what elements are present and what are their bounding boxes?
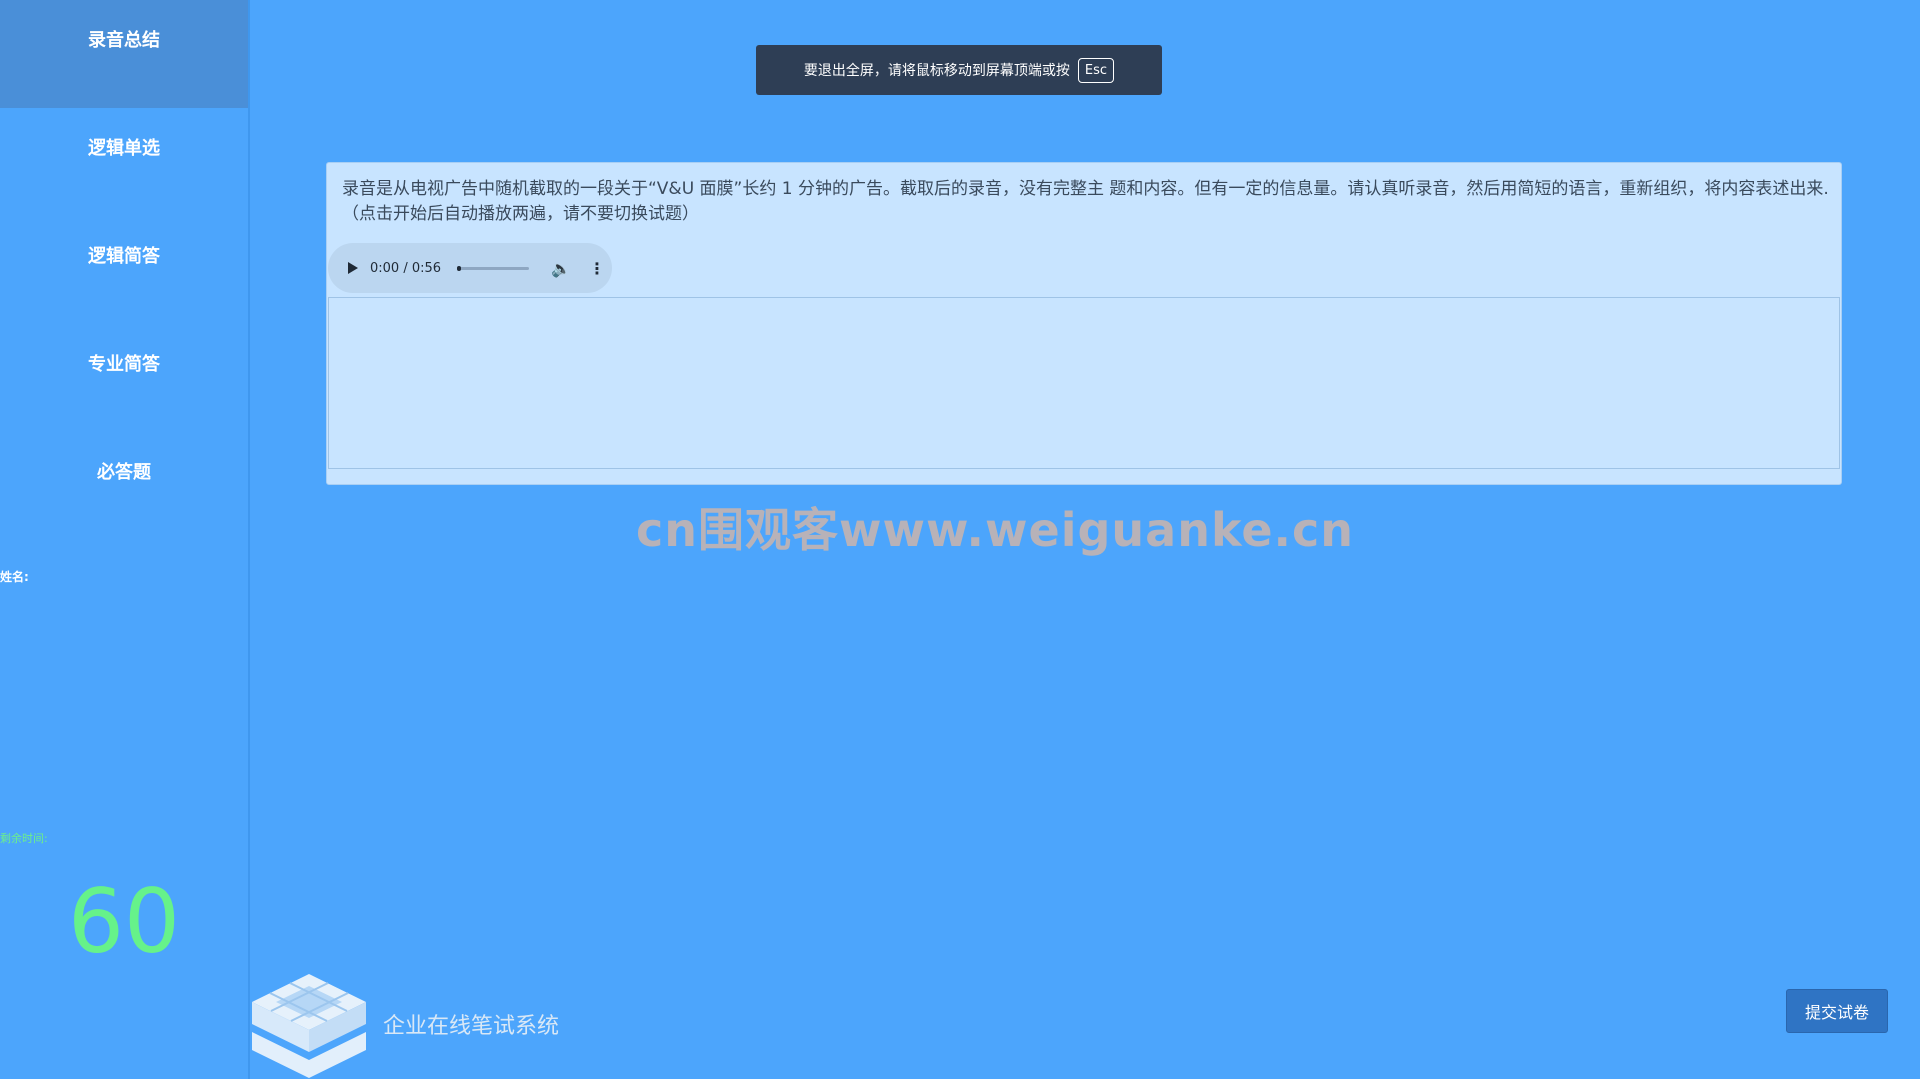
fullscreen-hint-text: 要退出全屏，请将鼠标移动到屏幕顶端或按 (803, 63, 1070, 79)
system-logo-icon (252, 974, 366, 1078)
remaining-time-label: 剩余时间: (0, 832, 48, 845)
fullscreen-exit-hint: 要退出全屏，请将鼠标移动到屏幕顶端或按 Esc (756, 45, 1162, 95)
volume-icon[interactable]: 🔈 (551, 259, 571, 278)
submit-exam-button[interactable]: 提交试卷 (1786, 989, 1888, 1033)
nav-item-label: 专业简答 (88, 354, 160, 375)
nav-item-label: 逻辑单选 (88, 138, 160, 159)
esc-key-badge: Esc (1077, 57, 1115, 83)
nav-item-professional-short-answer[interactable]: 专业简答 (0, 324, 248, 432)
nav-item-logic-short-answer[interactable]: 逻辑简答 (0, 216, 248, 324)
audio-seek-slider[interactable] (457, 265, 530, 271)
nav-item-recording-summary[interactable]: 录音总结 (0, 0, 248, 108)
more-options-icon[interactable]: ⋮ (589, 259, 605, 278)
audio-time: 0:00 / 0:56 (370, 260, 442, 276)
remaining-time-value: 60 (68, 870, 180, 973)
nav-item-logic-single-choice[interactable]: 逻辑单选 (0, 108, 248, 216)
exam-page: 录音总结 逻辑单选 逻辑简答 专业简答 必答题 姓名: 剩余时间: 60 要退出… (0, 0, 1920, 1079)
nav-item-required-questions[interactable]: 必答题 (0, 432, 248, 540)
audio-player: 0:00 / 0:56 🔈 ⋮ (328, 243, 612, 293)
name-label: 姓名: (0, 570, 29, 584)
play-icon[interactable] (348, 262, 358, 274)
nav-item-label: 逻辑简答 (88, 246, 160, 267)
answer-textarea[interactable] (328, 297, 1840, 469)
question-text: 录音是从电视广告中随机截取的一段关于“V&U 面膜”长约 1 分钟的广告。截取后… (342, 179, 1829, 224)
system-name: 企业在线笔试系统 (383, 1014, 560, 1039)
nav-item-label: 录音总结 (88, 30, 160, 51)
watermark: cn围观客www.weiguanke.cn (636, 503, 1355, 557)
nav-item-label: 必答题 (97, 462, 151, 483)
sidebar: 录音总结 逻辑单选 逻辑简答 专业简答 必答题 姓名: 剩余时间: 60 (0, 0, 250, 1079)
question-card: 录音是从电视广告中随机截取的一段关于“V&U 面膜”长约 1 分钟的广告。截取后… (326, 162, 1842, 485)
